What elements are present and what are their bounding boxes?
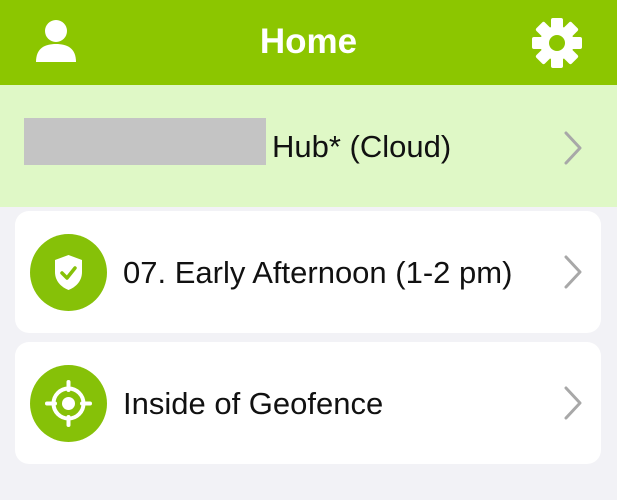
redacted-hub-name bbox=[24, 118, 266, 165]
page-title: Home bbox=[259, 22, 358, 61]
chevron-right-icon bbox=[564, 386, 582, 420]
gear-icon bbox=[532, 18, 582, 68]
chevron-right-icon bbox=[564, 255, 582, 289]
geofence-label: Inside of Geofence bbox=[123, 386, 384, 421]
mode-icon-badge bbox=[30, 234, 107, 311]
shield-check-icon bbox=[55, 255, 82, 290]
geofence-card[interactable]: Inside of Geofence bbox=[15, 342, 601, 464]
geofence-icon-badge bbox=[30, 365, 107, 442]
chevron-right-icon bbox=[564, 131, 582, 165]
mode-label: 07. Early Afternoon (1-2 pm) bbox=[123, 255, 513, 290]
top-bar: Home bbox=[0, 0, 617, 85]
mode-card[interactable]: 07. Early Afternoon (1-2 pm) bbox=[15, 211, 601, 333]
geofence-crosshair-icon bbox=[45, 380, 92, 427]
hub-label: Hub* (Cloud) bbox=[272, 129, 452, 164]
hub-row[interactable]: Hub* (Cloud) bbox=[0, 85, 617, 207]
settings-button[interactable] bbox=[531, 17, 583, 69]
